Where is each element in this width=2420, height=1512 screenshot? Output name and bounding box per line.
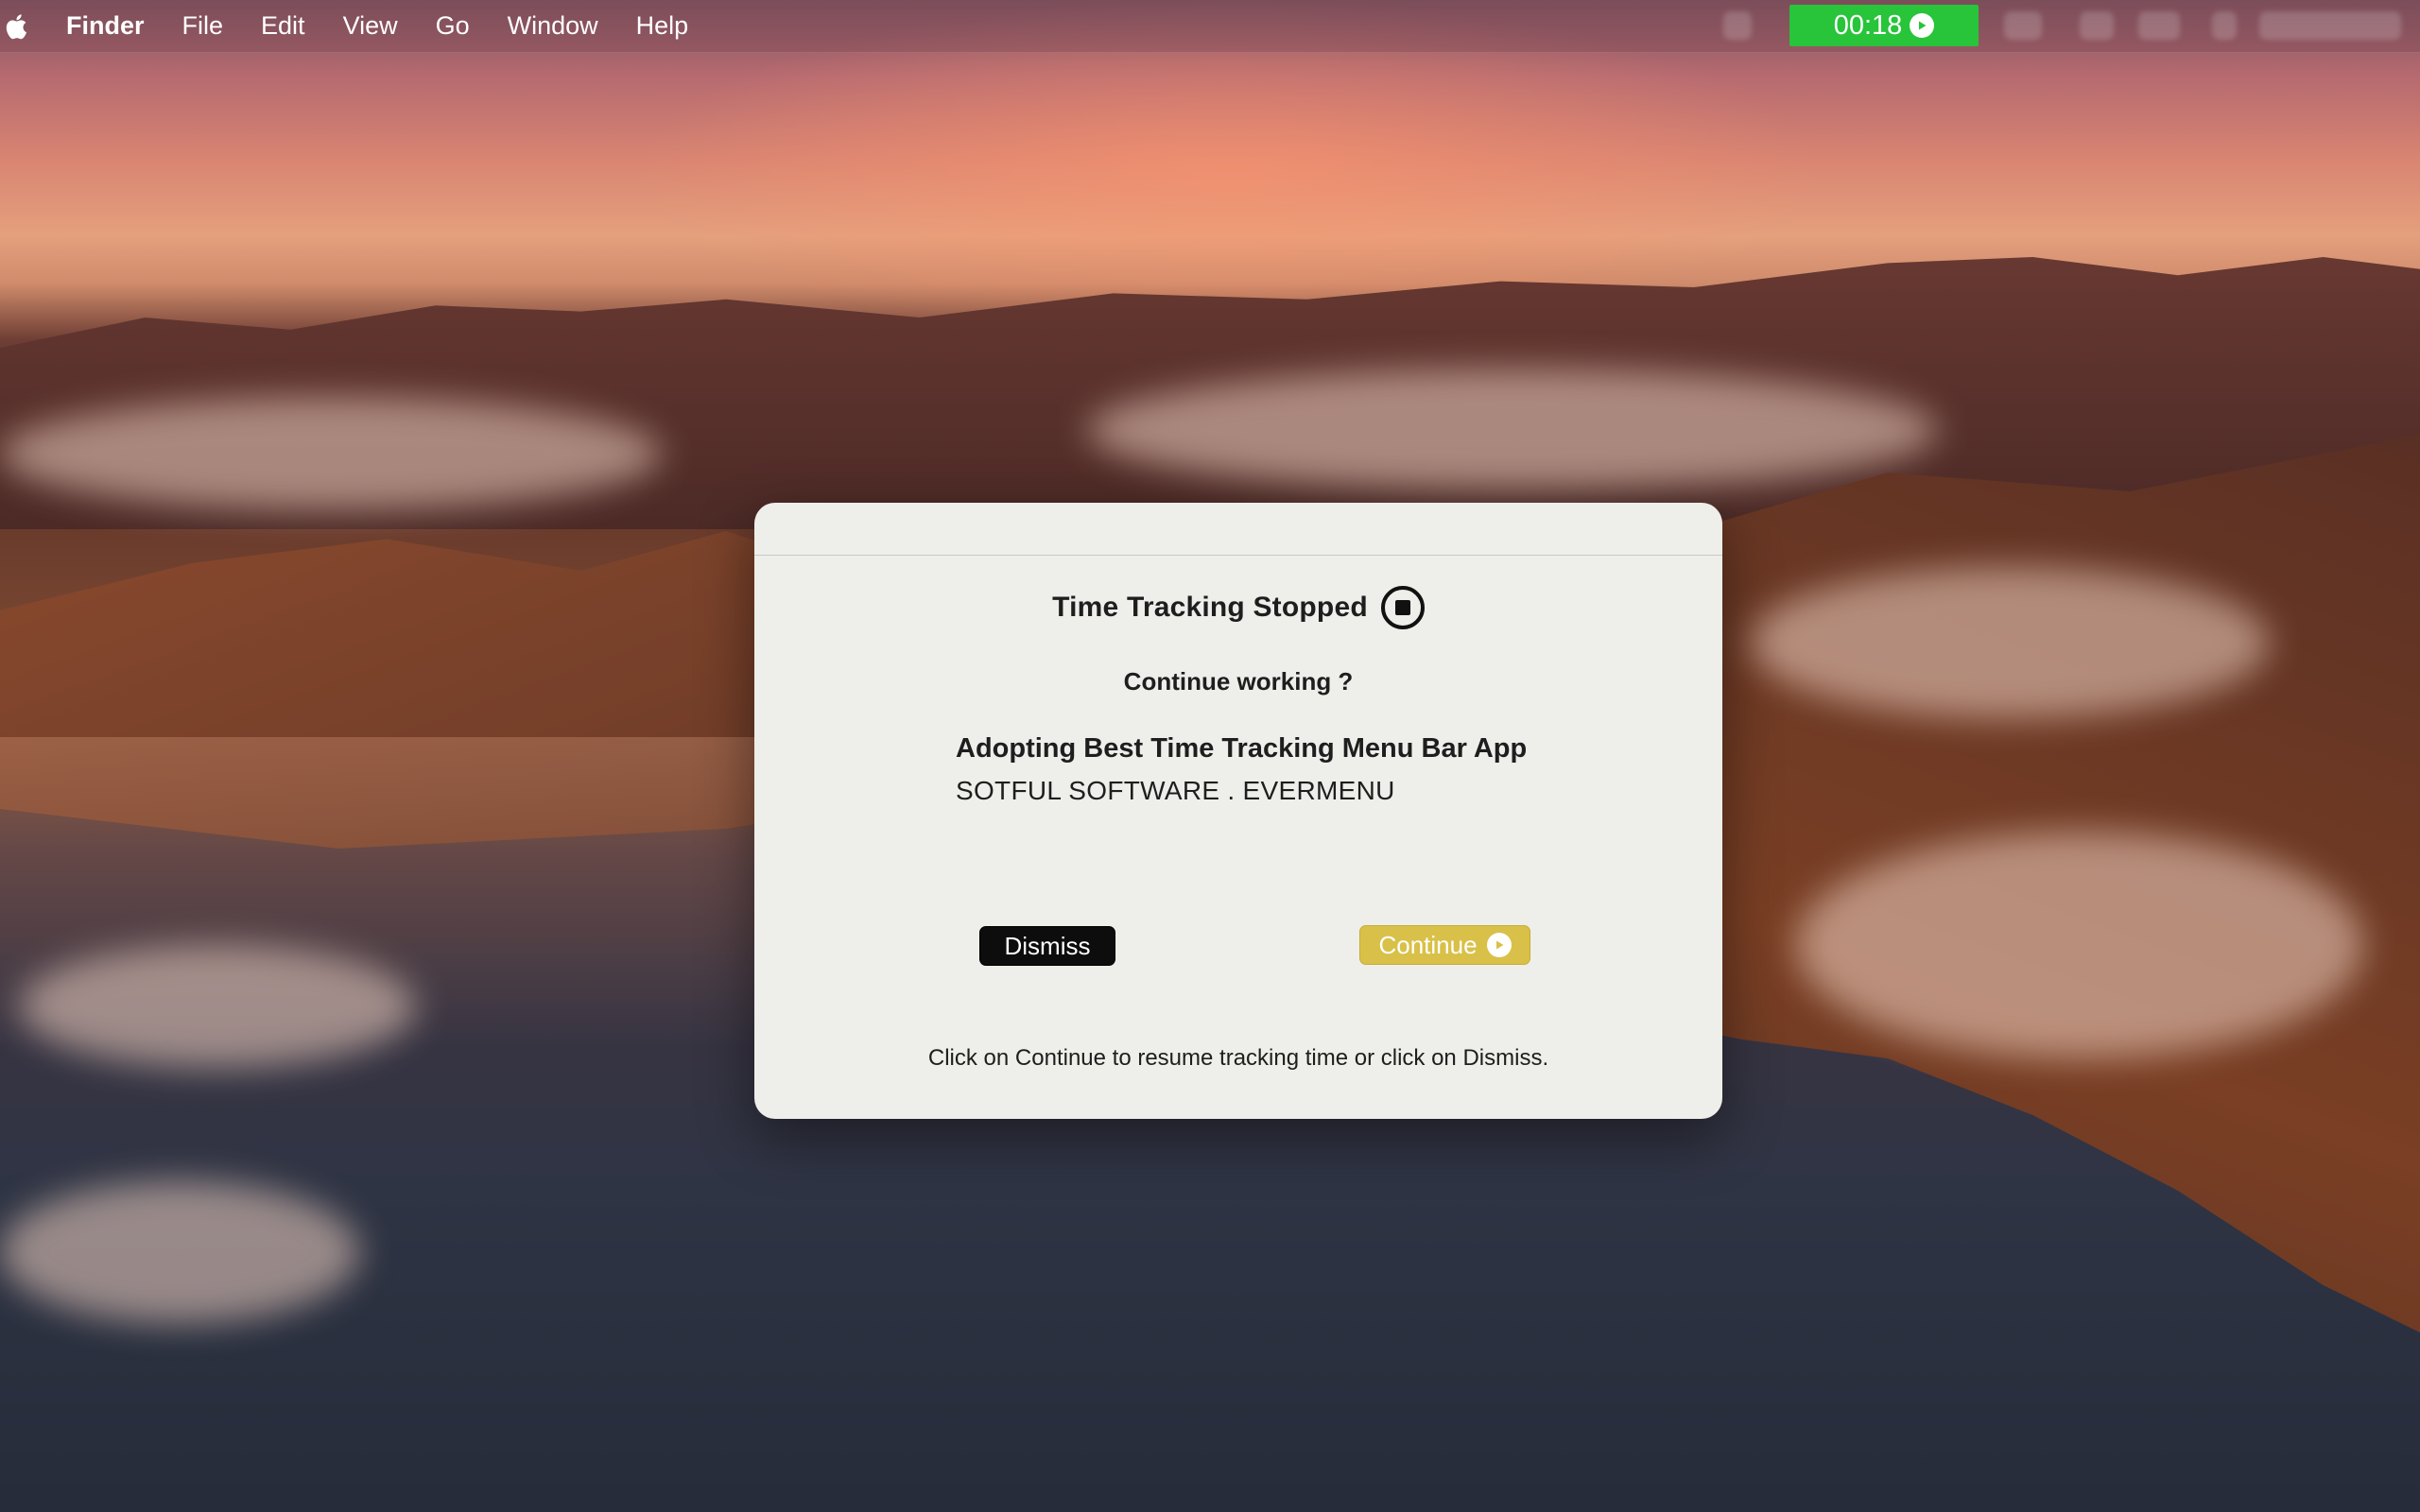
play-icon — [1910, 13, 1935, 38]
menu-bar: Finder File Edit View Go Window Help 00:… — [0, 0, 2420, 53]
menu-timer[interactable]: 00:18 — [1789, 5, 1979, 46]
menu-edit[interactable]: Edit — [261, 11, 305, 41]
status-item-blurred[interactable] — [2004, 11, 2042, 40]
wallpaper-cloud — [19, 945, 416, 1068]
menu-window[interactable]: Window — [508, 11, 598, 41]
play-icon — [1486, 933, 1512, 957]
wallpaper-cloud — [1087, 369, 1938, 491]
status-item-blurred[interactable] — [2080, 11, 2114, 40]
task-info: Adopting Best Time Tracking Menu Bar App… — [956, 733, 1527, 806]
desktop: Finder File Edit View Go Window Help 00:… — [0, 0, 2420, 1512]
menu-app-finder[interactable]: Finder — [66, 11, 145, 41]
status-item-blurred[interactable] — [2138, 11, 2180, 40]
dialog-hint: Click on Continue to resume tracking tim… — [927, 1045, 1549, 1071]
menu-go[interactable]: Go — [436, 11, 470, 41]
wallpaper-cloud — [0, 1181, 359, 1323]
wallpaper-cloud — [1749, 567, 2269, 718]
continue-button-label: Continue — [1378, 930, 1478, 959]
wallpaper-cloud — [0, 397, 662, 510]
dialog-title: Time Tracking Stopped — [1052, 592, 1368, 623]
dismiss-button-label: Dismiss — [1004, 931, 1091, 960]
stop-icon — [1380, 586, 1425, 629]
dialog-question: Continue working ? — [1123, 667, 1354, 696]
task-subtitle: SOTFUL SOFTWARE . EVERMENU — [956, 776, 1395, 805]
dismiss-button[interactable]: Dismiss — [979, 926, 1115, 966]
timer-value: 00:18 — [1833, 9, 1903, 41]
apple-icon[interactable] — [4, 10, 32, 43]
menu-view[interactable]: View — [343, 11, 398, 41]
status-item-blurred[interactable] — [2259, 11, 2401, 40]
status-item-blurred[interactable] — [2212, 11, 2237, 40]
continue-button[interactable]: Continue — [1359, 925, 1530, 965]
dialog-divider — [754, 555, 1722, 556]
menu-file[interactable]: File — [182, 11, 224, 41]
time-tracking-dialog: Time Tracking Stopped Continue working ?… — [754, 503, 1722, 1119]
status-item-blurred[interactable] — [1723, 11, 1752, 40]
menu-help[interactable]: Help — [636, 11, 689, 41]
dialog-header: Time Tracking Stopped — [754, 586, 1722, 629]
wallpaper-cloud — [1796, 832, 2363, 1058]
task-title: Adopting Best Time Tracking Menu Bar App — [956, 733, 1528, 764]
